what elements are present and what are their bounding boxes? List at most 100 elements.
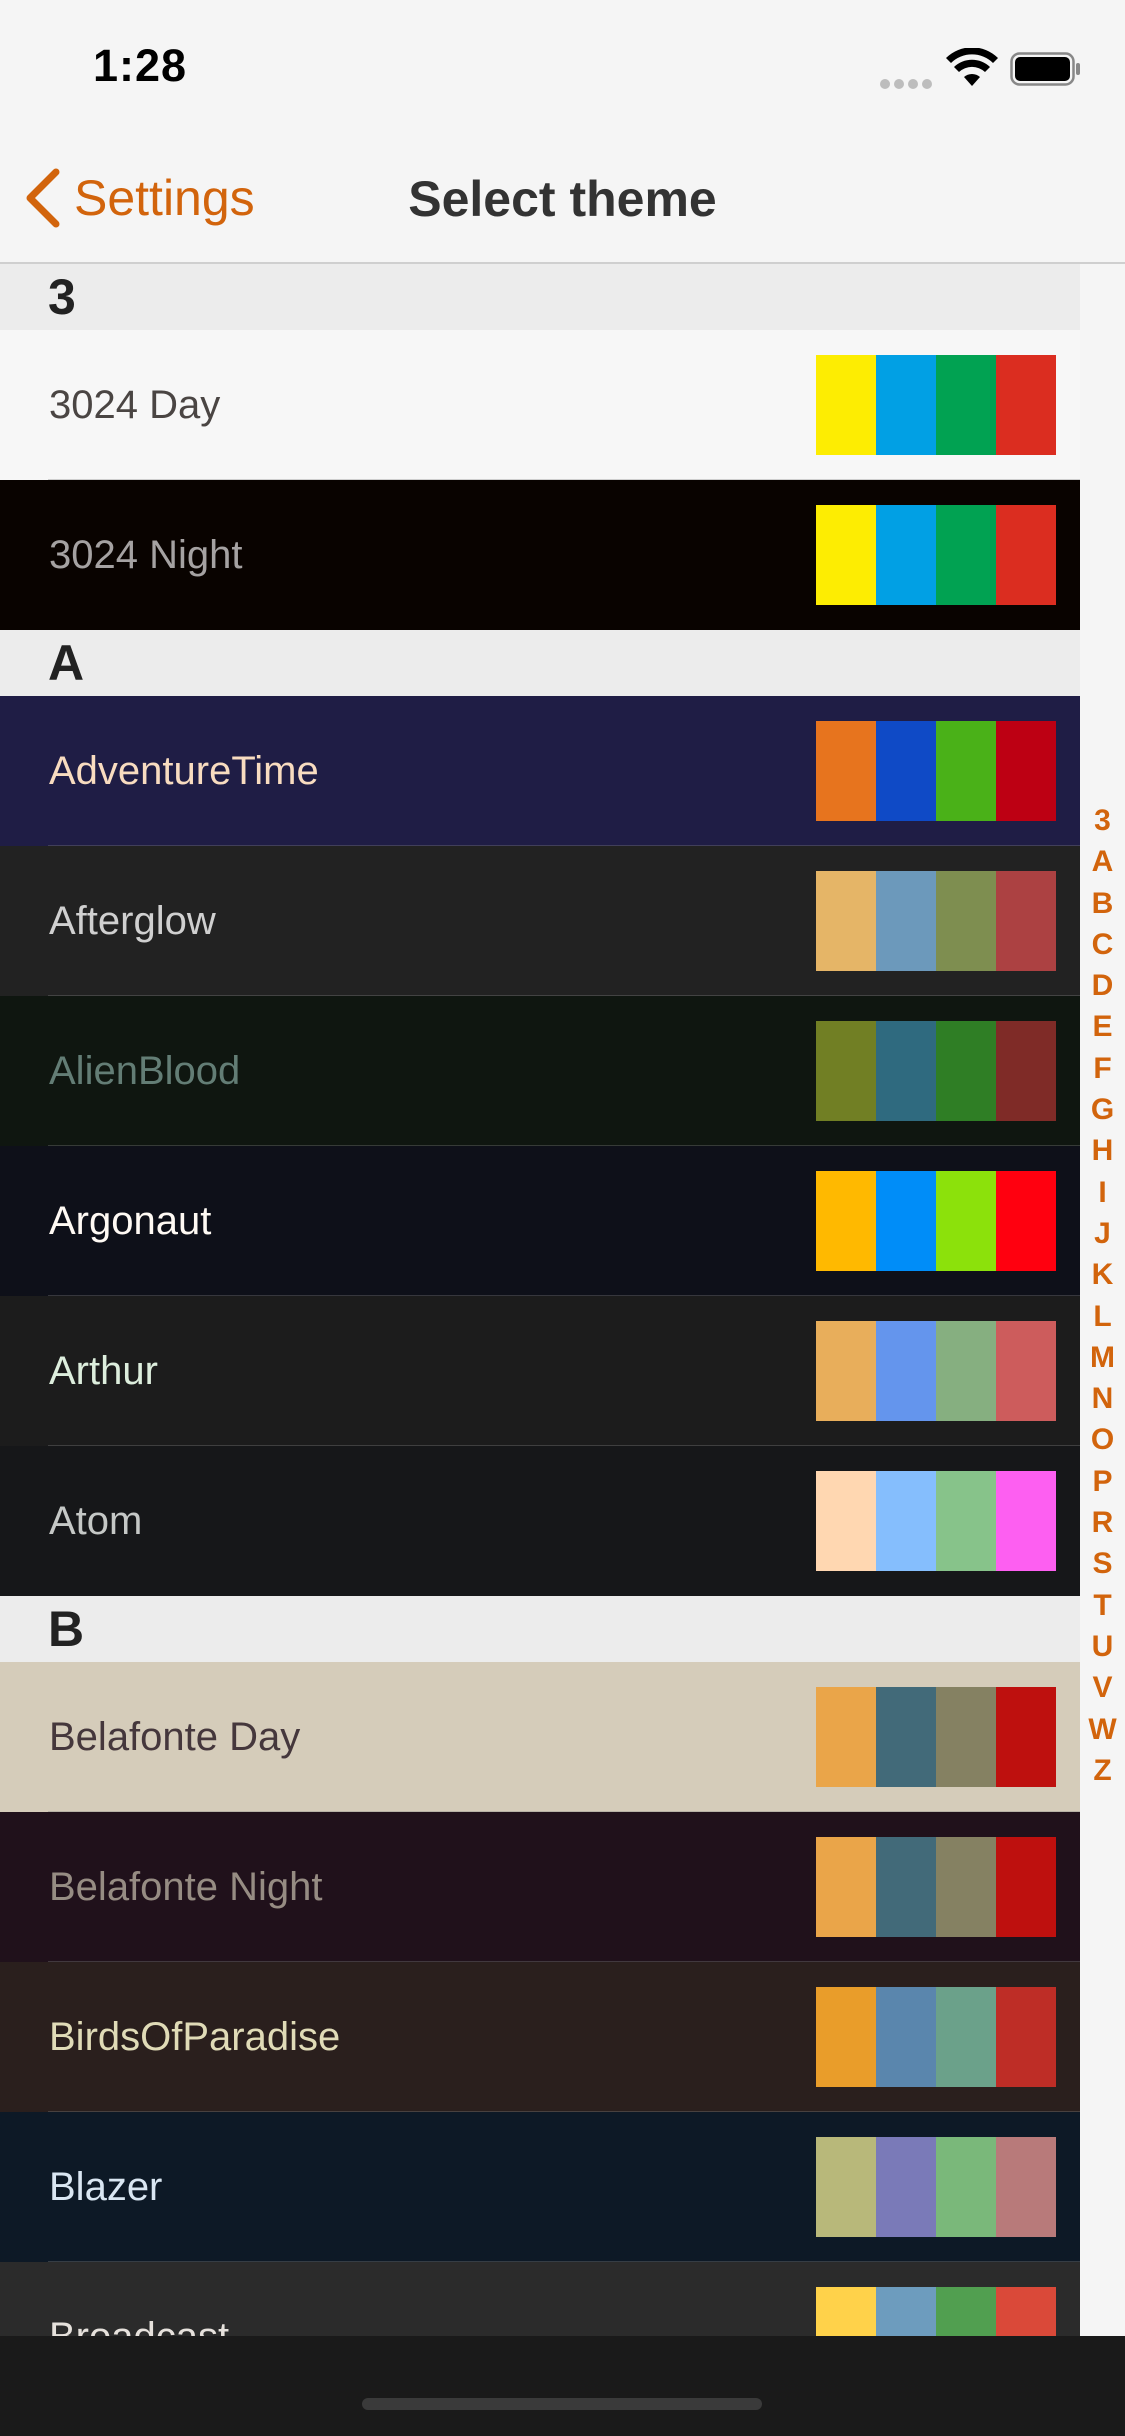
color-swatch xyxy=(816,1021,876,1121)
color-swatch xyxy=(816,1687,876,1787)
color-swatch xyxy=(936,1471,996,1571)
index-letter[interactable]: Z xyxy=(1080,1750,1125,1791)
color-swatch xyxy=(876,1471,936,1571)
theme-row[interactable]: Afterglow xyxy=(0,846,1080,996)
color-swatch xyxy=(876,505,936,605)
index-letter[interactable]: P xyxy=(1080,1461,1125,1502)
theme-name: Arthur xyxy=(49,1349,158,1393)
color-swatch xyxy=(996,355,1056,455)
color-swatch xyxy=(996,871,1056,971)
index-letter[interactable]: I xyxy=(1080,1172,1125,1213)
color-swatch xyxy=(876,1837,936,1937)
index-letter[interactable]: M xyxy=(1080,1337,1125,1378)
theme-row[interactable]: AdventureTime xyxy=(0,696,1080,846)
theme-name: Belafonte Day xyxy=(49,1715,301,1759)
index-letter[interactable]: 3 xyxy=(1080,800,1125,841)
color-swatch xyxy=(936,1987,996,2087)
color-swatch xyxy=(876,1171,936,1271)
section-header: B xyxy=(0,1596,1080,1662)
theme-name: 3024 Night xyxy=(49,533,243,577)
section-header: A xyxy=(0,630,1080,696)
index-letter[interactable]: V xyxy=(1080,1667,1125,1708)
theme-row[interactable]: Arthur xyxy=(0,1296,1080,1446)
index-letter[interactable]: N xyxy=(1080,1378,1125,1419)
color-swatches xyxy=(816,1021,1056,1121)
theme-name: AlienBlood xyxy=(49,1049,241,1093)
index-letter[interactable]: H xyxy=(1080,1130,1125,1171)
color-swatch xyxy=(876,1321,936,1421)
theme-row[interactable]: Argonaut xyxy=(0,1146,1080,1296)
index-letter[interactable]: W xyxy=(1080,1709,1125,1750)
index-letter[interactable]: J xyxy=(1080,1213,1125,1254)
index-letter[interactable]: F xyxy=(1080,1048,1125,1089)
color-swatch xyxy=(816,1987,876,2087)
color-swatch xyxy=(936,871,996,971)
theme-row[interactable]: Atom xyxy=(0,1446,1080,1596)
status-bar: 1:28 xyxy=(0,0,1125,132)
theme-name: Blazer xyxy=(49,2165,163,2209)
color-swatch xyxy=(936,505,996,605)
theme-row[interactable]: AlienBlood xyxy=(0,996,1080,1146)
theme-row[interactable]: Blazer xyxy=(0,2112,1080,2262)
theme-name: Belafonte Night xyxy=(49,1865,323,1909)
index-letter[interactable]: L xyxy=(1080,1296,1125,1337)
page-title: Select theme xyxy=(408,171,717,227)
color-swatch xyxy=(816,721,876,821)
color-swatches xyxy=(816,355,1056,455)
section-header: 3 xyxy=(0,264,1080,330)
status-time: 1:28 xyxy=(93,40,188,91)
theme-name: 3024 Day xyxy=(49,383,221,427)
bottom-strip xyxy=(0,2336,1125,2436)
color-swatch xyxy=(816,1471,876,1571)
theme-name: AdventureTime xyxy=(49,749,319,793)
theme-row[interactable]: 3024 Night xyxy=(0,480,1080,630)
color-swatch xyxy=(936,355,996,455)
color-swatches xyxy=(816,1171,1056,1271)
index-letter[interactable]: A xyxy=(1080,841,1125,882)
color-swatch xyxy=(876,1987,936,2087)
index-letter[interactable]: E xyxy=(1080,1006,1125,1047)
color-swatch xyxy=(876,2137,936,2237)
section-index-letters: 3ABCDEFGHIJKLMNOPRSTUVWZ xyxy=(1080,800,1125,1791)
index-letter[interactable]: R xyxy=(1080,1502,1125,1543)
theme-row[interactable]: BirdsOfParadise xyxy=(0,1962,1080,2112)
index-letter[interactable]: U xyxy=(1080,1626,1125,1667)
theme-row[interactable]: Belafonte Night xyxy=(0,1812,1080,1962)
index-letter[interactable]: T xyxy=(1080,1585,1125,1626)
color-swatches xyxy=(816,2137,1056,2237)
color-swatch xyxy=(816,1321,876,1421)
color-swatch xyxy=(996,721,1056,821)
color-swatches xyxy=(816,1321,1056,1421)
color-swatch xyxy=(996,1471,1056,1571)
section-index-bar[interactable]: 3ABCDEFGHIJKLMNOPRSTUVWZ xyxy=(1080,264,1125,2329)
color-swatch xyxy=(996,1687,1056,1787)
theme-list: 3 3024 Day 3024 Night A AdventureTime Aftergl… xyxy=(0,264,1080,2412)
theme-name: Argonaut xyxy=(49,1199,212,1243)
index-letter[interactable]: K xyxy=(1080,1254,1125,1295)
cellular-signal-icon xyxy=(880,76,936,94)
color-swatch xyxy=(996,1321,1056,1421)
color-swatch xyxy=(816,1171,876,1271)
wifi-icon xyxy=(946,48,998,86)
theme-row[interactable]: Belafonte Day xyxy=(0,1662,1080,1812)
index-letter[interactable]: C xyxy=(1080,924,1125,965)
color-swatch xyxy=(936,1021,996,1121)
color-swatches xyxy=(816,1987,1056,2087)
color-swatch xyxy=(816,871,876,971)
index-letter[interactable]: G xyxy=(1080,1089,1125,1130)
index-letter[interactable]: O xyxy=(1080,1419,1125,1460)
index-letter[interactable]: S xyxy=(1080,1543,1125,1584)
color-swatch xyxy=(936,721,996,821)
index-letter[interactable]: D xyxy=(1080,965,1125,1006)
color-swatches xyxy=(816,1471,1056,1571)
battery-icon xyxy=(1010,52,1080,86)
color-swatches xyxy=(816,1837,1056,1937)
index-letter[interactable]: B xyxy=(1080,883,1125,924)
color-swatches xyxy=(816,505,1056,605)
color-swatch xyxy=(816,355,876,455)
home-indicator[interactable] xyxy=(362,2398,762,2410)
color-swatch xyxy=(936,1837,996,1937)
color-swatches xyxy=(816,721,1056,821)
color-swatches xyxy=(816,1687,1056,1787)
theme-row[interactable]: 3024 Day xyxy=(0,330,1080,480)
